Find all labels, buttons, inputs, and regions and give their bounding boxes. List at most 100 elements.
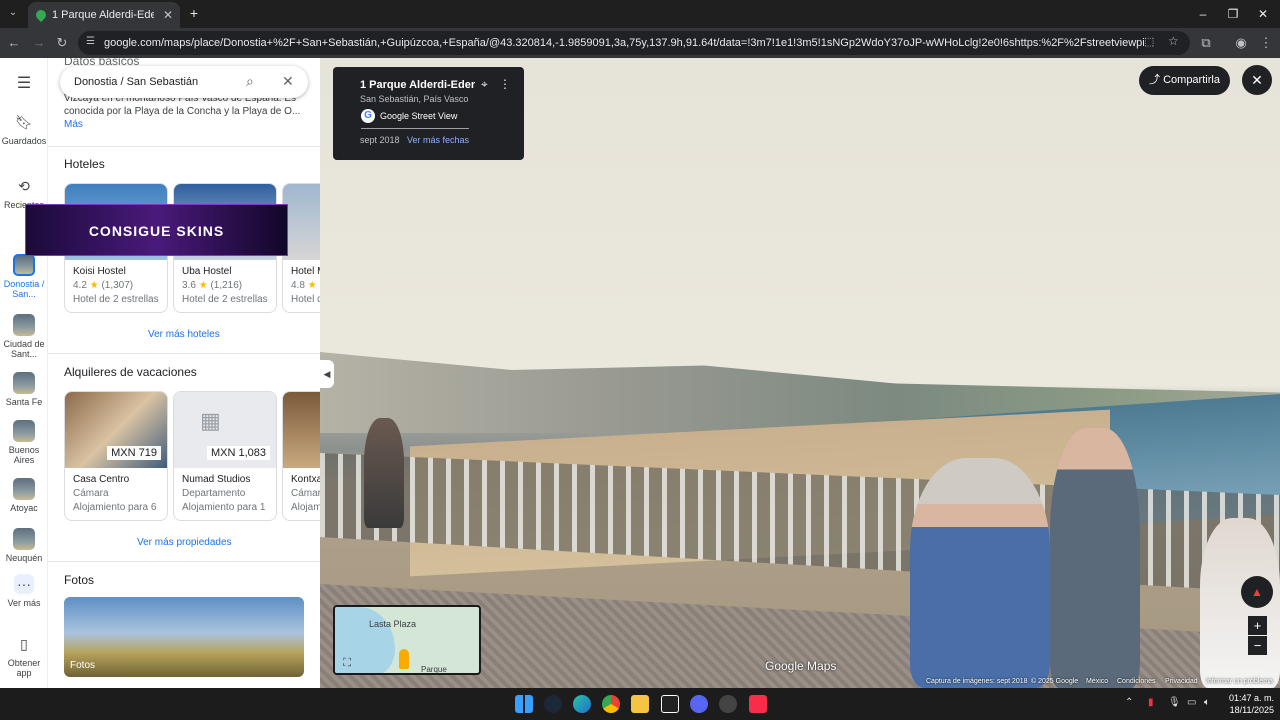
rating-value: 4.2 xyxy=(73,280,87,291)
share-icon: ⤴ xyxy=(1149,74,1161,86)
file-explorer-icon[interactable] xyxy=(631,695,649,713)
window-close-icon[interactable]: ✕ xyxy=(1252,4,1274,24)
rail-recent-buenos-aires[interactable]: Buenos Aires xyxy=(0,420,48,465)
rail-recent-atoyac[interactable]: Atoyac xyxy=(0,478,48,513)
more-hotels-link[interactable]: Ver más hoteles xyxy=(148,329,220,340)
divider xyxy=(48,353,320,354)
volume-icon[interactable]: 🔈︎ xyxy=(1204,697,1210,708)
site-info-icon[interactable]: ☰ xyxy=(86,36,100,50)
more-dates-link[interactable]: Ver más fechas xyxy=(407,135,469,145)
star-icon: ★ xyxy=(307,280,317,291)
install-icon[interactable]: ⬚ xyxy=(1144,35,1154,48)
pegman-icon[interactable] xyxy=(399,649,409,669)
windows-start-icon[interactable] xyxy=(515,695,533,713)
address-bar[interactable]: ☰ google.com/maps/place/Donostia+%2F+San… xyxy=(78,31,1190,55)
forward-icon[interactable]: → xyxy=(30,34,48,52)
system-clock[interactable]: 01:47 a. m. 18/11/2025 xyxy=(1222,692,1274,716)
rental-card[interactable]: ▦ MXN 1,083 Numad Studios Departamento A… xyxy=(173,391,277,521)
rental-card[interactable]: Kontxa Cámar Alojam xyxy=(282,391,320,521)
divider xyxy=(48,561,320,562)
promo-overlay-banner[interactable]: CONSIGUE SKINS xyxy=(25,204,288,256)
history-icon: ⟲ xyxy=(18,178,30,194)
more-options-icon[interactable]: ⋮ xyxy=(499,77,511,91)
rail-recent-neuquen[interactable]: Neuquén xyxy=(0,528,48,563)
zoom-out-button[interactable]: − xyxy=(1248,636,1267,655)
footer-terms[interactable]: Condiciones xyxy=(1117,678,1156,685)
profile-icon[interactable]: ◉ xyxy=(1232,34,1250,52)
maximize-icon[interactable]: ❐ xyxy=(1222,4,1244,24)
clock-date: 18/11/2025 xyxy=(1229,705,1274,715)
back-icon[interactable]: ← xyxy=(5,34,23,52)
rail-item-label: Atoyac xyxy=(10,503,38,513)
collapse-panel-button[interactable]: ◀ xyxy=(320,360,334,388)
rail-get-app[interactable]: ▯ Obtener app xyxy=(0,634,48,678)
rental-capacity: Alojam xyxy=(291,502,320,513)
tab-search-icon[interactable]: ⌄ xyxy=(6,7,20,21)
menu-dots-icon[interactable]: ⋮ xyxy=(1257,34,1275,52)
share-button[interactable]: ⤴ Compartirla xyxy=(1139,66,1230,95)
rail-saved-label: Guardados xyxy=(1,136,47,146)
zoom-in-button[interactable]: + xyxy=(1248,616,1267,635)
location-pin-icon[interactable]: ⌖ xyxy=(481,77,488,92)
street-view[interactable]: 1 Parque Alderdi-Eder ⌖ ⋮ San Sebastián,… xyxy=(320,58,1280,688)
bookmark-icon: 🔖︎ xyxy=(15,114,33,130)
close-street-view-button[interactable]: ✕ xyxy=(1242,65,1272,95)
more-properties-link[interactable]: Ver más propiedades xyxy=(137,537,232,548)
footer-region[interactable]: México xyxy=(1086,678,1108,685)
clear-search-icon[interactable]: ✕ xyxy=(282,73,294,90)
rating-value: 3.6 xyxy=(182,280,196,291)
footer-capture: Captura de imágenes: sept 2018 xyxy=(926,678,1028,685)
rail-recent-donostia[interactable]: Donostia / San... xyxy=(0,254,48,299)
tray-app-icon[interactable]: ▮ xyxy=(1148,697,1154,708)
rental-card[interactable]: MXN 719 Casa Centro Cámara Alojamiento p… xyxy=(64,391,168,521)
extensions-icon[interactable]: ⧉ xyxy=(1197,34,1215,52)
rail-saved[interactable]: 🔖︎ Guardados xyxy=(0,112,48,146)
place-panel: Datos básicos Vizcaya en el montañoso Pa… xyxy=(48,58,320,688)
bookmark-star-icon[interactable]: ☆ xyxy=(1168,34,1179,48)
discord-icon[interactable] xyxy=(690,695,708,713)
tab-close-icon[interactable]: ✕ xyxy=(160,8,176,22)
chrome-icon[interactable] xyxy=(602,695,620,713)
microphone-icon[interactable]: 🎙︎ xyxy=(1168,697,1181,708)
hotel-type: Hotel d xyxy=(291,294,320,305)
main-menu-button[interactable]: ☰ xyxy=(0,74,48,98)
music-icon[interactable] xyxy=(749,695,767,713)
edge-icon[interactable] xyxy=(573,695,591,713)
search-icon[interactable]: ⌕ xyxy=(246,73,254,90)
rental-name: Casa Centro xyxy=(73,474,130,485)
tab-strip: ⌄ 1 Parque Alderdi-Eder - Google ✕ + – ❐… xyxy=(0,0,1280,28)
section-title-photos: Fotos xyxy=(64,573,95,587)
url-text[interactable]: google.com/maps/place/Donostia+%2F+San+S… xyxy=(104,31,1144,55)
rental-type: Cámara xyxy=(73,488,109,499)
rental-price: MXN 719 xyxy=(107,446,161,460)
capcut-icon[interactable] xyxy=(661,695,679,713)
footer-report[interactable]: Informar un problema xyxy=(1206,678,1273,685)
tray-chevron-icon[interactable]: ⌃ xyxy=(1125,697,1133,708)
rail-recent-santa-fe[interactable]: Santa Fe xyxy=(0,372,48,407)
description-line: conocida por la Playa de la Concha y la … xyxy=(64,106,301,117)
google-maps-logo: Google Maps xyxy=(765,659,837,673)
photos-tile[interactable]: Fotos xyxy=(64,597,304,677)
new-tab-icon[interactable]: + xyxy=(186,5,202,21)
footer-privacy[interactable]: Privacidad xyxy=(1165,678,1198,685)
more-link[interactable]: Más xyxy=(64,118,304,131)
steam-icon[interactable] xyxy=(544,695,562,713)
search-input[interactable] xyxy=(74,66,234,98)
network-icon[interactable]: ▭ xyxy=(1187,697,1196,708)
mini-map[interactable]: Lasta Plaza Parque ⛶ xyxy=(333,605,481,675)
tab-active[interactable]: 1 Parque Alderdi-Eder - Google ✕ xyxy=(28,2,180,28)
rail-recent-ciudad[interactable]: Ciudad de Sant... xyxy=(0,314,48,359)
expand-map-icon[interactable]: ⛶ xyxy=(339,655,355,671)
source-row: G Google Street View xyxy=(361,108,457,124)
rail-more[interactable]: ··· Ver más xyxy=(0,574,48,608)
rental-type: Departamento xyxy=(182,488,246,499)
hamburger-icon: ☰ xyxy=(16,75,32,92)
rental-capacity: Alojamiento para 6 xyxy=(73,502,157,513)
pedestrian xyxy=(910,458,1050,688)
building-placeholder-icon: ▦ xyxy=(200,408,221,433)
reload-icon[interactable]: ↻ xyxy=(53,34,71,52)
minimize-icon[interactable]: – xyxy=(1192,4,1214,24)
place-thumbnail xyxy=(13,314,35,336)
app-icon[interactable] xyxy=(719,695,737,713)
compass-icon[interactable]: ▲ xyxy=(1241,576,1273,608)
